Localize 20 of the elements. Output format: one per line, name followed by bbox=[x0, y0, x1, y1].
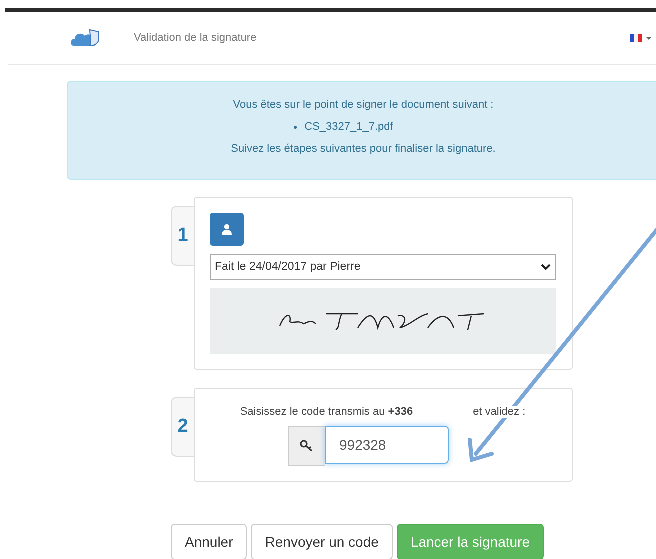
step-number: 2 bbox=[171, 397, 194, 457]
user-icon bbox=[222, 224, 232, 235]
key-icon bbox=[288, 426, 324, 466]
code-input-field[interactable]: 992328 bbox=[324, 426, 448, 464]
caret-icon bbox=[646, 36, 652, 40]
signature-select[interactable]: Fait le 24/04/2017 par Pierre bbox=[210, 254, 556, 280]
action-button[interactable]: Annuler bbox=[171, 524, 248, 559]
language-dropdown[interactable] bbox=[630, 34, 652, 42]
step-number: 1 bbox=[171, 206, 194, 266]
document-name: CS_3327_1_7.pdf bbox=[304, 121, 394, 133]
alert-text: Vous êtes sur le point de signer le document suivant : bbox=[233, 99, 494, 111]
page-title: Validation de la signature bbox=[134, 32, 258, 44]
cloud-shield-logo bbox=[70, 29, 101, 47]
code-instruction: Saisissez le code transmis au +336 bbox=[240, 406, 414, 418]
user-button[interactable] bbox=[210, 213, 244, 246]
chevron-down-icon bbox=[541, 264, 551, 270]
action-button[interactable]: Renvoyer un code bbox=[251, 524, 393, 559]
flag-icon bbox=[630, 34, 642, 42]
code-instruction-end: et validez : bbox=[473, 406, 526, 418]
alert-text: Suivez les étapes suivantes pour finaliser la signature. bbox=[231, 143, 496, 155]
